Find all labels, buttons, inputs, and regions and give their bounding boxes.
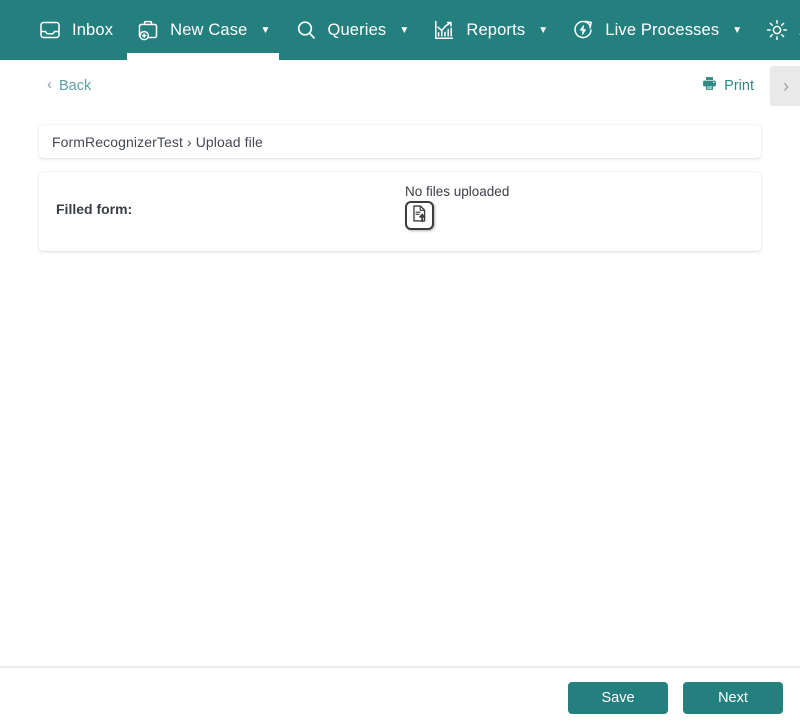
printer-icon bbox=[701, 75, 718, 96]
next-page-arrow-button[interactable]: › bbox=[770, 65, 800, 106]
refresh-bolt-icon bbox=[570, 17, 596, 43]
inbox-icon bbox=[37, 17, 63, 43]
save-button[interactable]: Save bbox=[568, 681, 668, 714]
breadcrumb: FormRecognizerTest › Upload file bbox=[52, 133, 263, 150]
nav-item-label: Live Processes bbox=[605, 20, 720, 39]
nav-item-live-processes[interactable]: Live Processes ▼ bbox=[559, 0, 753, 60]
next-button[interactable]: Next bbox=[683, 681, 783, 714]
filled-form-card: Filled form: No files uploaded bbox=[39, 172, 761, 251]
file-upload-area: No files uploaded bbox=[404, 184, 604, 230]
nav-item-label: Queries bbox=[327, 20, 387, 39]
document-upload-icon bbox=[410, 204, 429, 228]
back-button-label: Back bbox=[59, 77, 92, 94]
nav-item-label: Reports bbox=[466, 20, 526, 39]
gear-icon bbox=[764, 17, 790, 43]
chevron-down-icon: ▼ bbox=[538, 25, 549, 36]
action-bar-right-group: Print › bbox=[701, 65, 800, 106]
bar-chart-icon bbox=[431, 17, 457, 43]
action-bar: ‹ Back Print › bbox=[0, 60, 800, 111]
chevron-down-icon: ▼ bbox=[732, 25, 743, 36]
nav-item-queries[interactable]: Queries ▼ bbox=[282, 0, 421, 60]
upload-status-text: No files uploaded bbox=[405, 184, 510, 199]
upload-file-button[interactable] bbox=[405, 201, 434, 230]
nav-item-inbox[interactable]: Inbox bbox=[26, 0, 124, 60]
back-button[interactable]: ‹ Back bbox=[47, 76, 92, 94]
nav-item-label: Inbox bbox=[72, 20, 114, 39]
chevron-down-icon: ▼ bbox=[399, 25, 410, 36]
breadcrumb-card: FormRecognizerTest › Upload file bbox=[39, 125, 761, 158]
main-navigation-bar: Inbox New Case ▼ Queries ▼ Reports ▼ Liv… bbox=[0, 0, 800, 60]
nav-item-label: New Case bbox=[170, 20, 248, 39]
filled-form-row: Filled form: No files uploaded bbox=[39, 172, 761, 251]
print-button[interactable]: Print bbox=[701, 75, 754, 96]
nav-item-reports[interactable]: Reports ▼ bbox=[420, 0, 559, 60]
nav-item-new-case[interactable]: New Case ▼ bbox=[124, 0, 281, 60]
nav-item-admin[interactable]: Admin ▼ bbox=[753, 0, 800, 60]
footer-action-bar: Save Next bbox=[0, 666, 800, 727]
main-content-area: FormRecognizerTest › Upload file Filled … bbox=[0, 111, 800, 666]
print-button-label: Print bbox=[724, 77, 754, 94]
search-icon bbox=[293, 17, 319, 43]
chevron-right-icon: › bbox=[783, 75, 789, 96]
chevron-left-icon: ‹ bbox=[47, 76, 52, 93]
chevron-down-icon: ▼ bbox=[260, 25, 271, 36]
filled-form-label: Filled form: bbox=[56, 201, 133, 217]
briefcase-plus-icon bbox=[135, 17, 161, 43]
